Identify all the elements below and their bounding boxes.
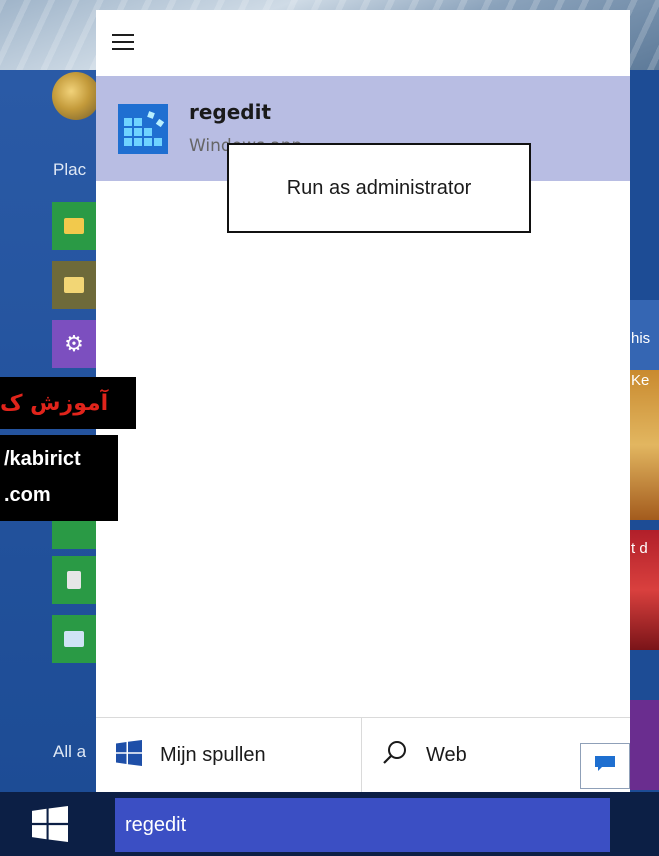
all-apps-label[interactable]: All a [53, 742, 86, 762]
hamburger-icon[interactable] [112, 34, 134, 52]
live-tile-text-b: Ke [631, 372, 650, 389]
file-explorer-tile[interactable] [52, 202, 96, 250]
live-tile-text-a: his [631, 330, 651, 347]
settings-tile[interactable]: ⚙ [52, 320, 96, 368]
remote-desktop-tile[interactable] [52, 615, 96, 663]
watermark-url-line2: .com [4, 484, 51, 506]
live-tile-d[interactable] [630, 700, 659, 790]
web-label: Web [426, 743, 467, 766]
live-tile-text-c: t d [631, 540, 648, 557]
feedback-button[interactable] [580, 743, 630, 789]
search-input-value: regedit [125, 813, 187, 836]
my-stuff-button[interactable]: Mijn spullen [96, 718, 361, 792]
document-icon [64, 277, 84, 293]
context-menu-run-as-administrator[interactable]: Run as administrator [227, 143, 531, 233]
my-stuff-label: Mijn spullen [160, 743, 266, 766]
watermark-url: /kabirict .com [0, 435, 118, 521]
notepad-tile[interactable] [52, 556, 96, 604]
feedback-icon [594, 755, 616, 777]
result-title: regedit [189, 100, 272, 124]
places-label: Plac [53, 160, 87, 179]
search-icon [382, 740, 408, 770]
live-tile-b[interactable] [630, 370, 659, 520]
user-avatar[interactable] [52, 72, 100, 120]
watermark-url-line1: /kabirict [4, 448, 81, 470]
context-menu-item-label: Run as administrator [286, 176, 472, 199]
folder-icon [64, 218, 84, 234]
gear-icon: ⚙ [64, 331, 84, 357]
documents-tile[interactable] [52, 261, 96, 309]
windows-logo-icon [116, 740, 142, 770]
start-button[interactable] [26, 806, 74, 846]
monitor-icon [64, 631, 84, 647]
watermark-title: آموزش ک [0, 377, 136, 429]
regedit-icon [118, 104, 168, 154]
start-menu-panel: regedit Windows app Run as administrator… [96, 10, 630, 792]
taskbar-search-input[interactable]: regedit [115, 798, 610, 852]
notepad-icon [67, 571, 81, 589]
windows-logo-icon [32, 806, 68, 846]
